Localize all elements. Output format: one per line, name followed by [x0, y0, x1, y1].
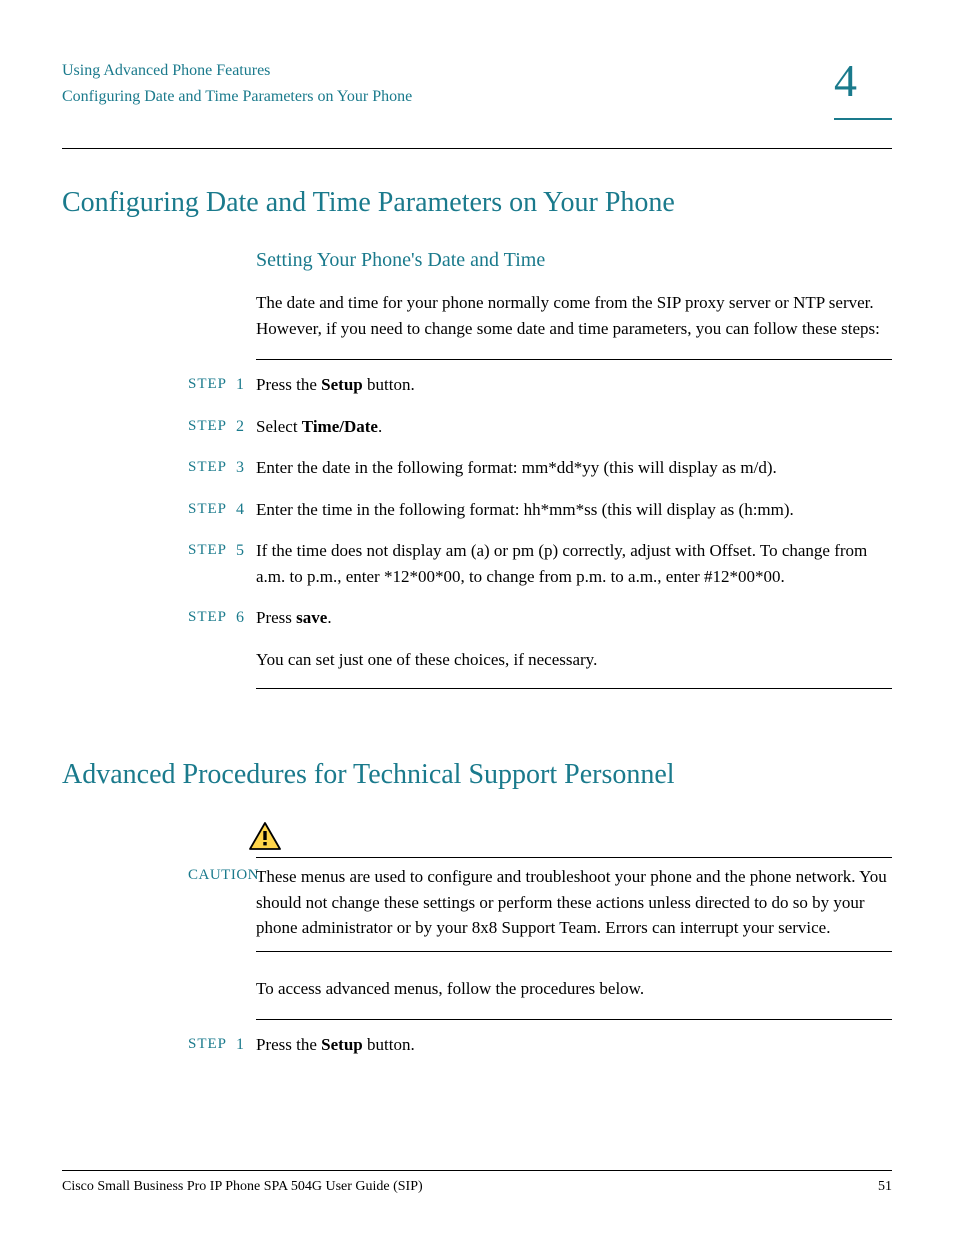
header-line-1: Using Advanced Phone Features — [62, 58, 412, 84]
caution-label: CAUTION — [188, 864, 256, 941]
caution-block: CAUTION These menus are used to configur… — [188, 821, 892, 952]
step-text: Press the Setup button. — [256, 1032, 892, 1058]
footer-page-number: 51 — [878, 1179, 892, 1195]
steps-top-rule-2 — [256, 1019, 892, 1020]
header-rule — [62, 148, 892, 149]
step-row: STEP2Select Time/Date. — [62, 414, 892, 440]
step-label: STEP — [188, 497, 236, 523]
caution-icon-row — [188, 821, 892, 851]
step-text: Select Time/Date. — [256, 414, 892, 440]
header-breadcrumb: Using Advanced Phone Features Configurin… — [62, 58, 412, 109]
section2-steps: STEP1Press the Setup button. — [62, 1032, 892, 1058]
step-number: 2 — [236, 414, 256, 440]
header-line-2: Configuring Date and Time Parameters on … — [62, 84, 412, 110]
section1-note-row: You can set just one of these choices, i… — [62, 647, 892, 673]
step-number: 6 — [236, 605, 256, 631]
chapter-rule — [834, 118, 892, 120]
subsection-title: Setting Your Phone's Date and Time — [256, 249, 892, 272]
step-label: STEP — [188, 414, 236, 440]
section-title-1: Configuring Date and Time Parameters on … — [62, 187, 892, 219]
step-row: STEP6Press save. — [62, 605, 892, 631]
page-header: Using Advanced Phone Features Configurin… — [62, 58, 892, 120]
section1-intro: The date and time for your phone normall… — [256, 290, 892, 341]
step-label: STEP — [188, 538, 236, 589]
step-row: STEP1Press the Setup button. — [62, 1032, 892, 1058]
section2-intro: To access advanced menus, follow the pro… — [256, 976, 892, 1002]
page-footer: Cisco Small Business Pro IP Phone SPA 50… — [62, 1170, 892, 1195]
section2-body: To access advanced menus, follow the pro… — [256, 976, 892, 1002]
step-text: Enter the date in the following format: … — [256, 455, 892, 481]
step-text: Press save. — [256, 605, 892, 631]
step-number: 1 — [236, 1032, 256, 1058]
step-number: 1 — [236, 372, 256, 398]
section-title-2: Advanced Procedures for Technical Suppor… — [62, 759, 892, 791]
caution-bottom-rule — [256, 951, 892, 952]
section1-body: Setting Your Phone's Date and Time The d… — [256, 249, 892, 341]
steps-bottom-rule-1 — [256, 688, 892, 689]
step-label: STEP — [188, 455, 236, 481]
step-label: STEP — [188, 372, 236, 398]
step-label: STEP — [188, 1032, 236, 1058]
caution-text: These menus are used to configure and tr… — [256, 864, 892, 941]
step-label: STEP — [188, 605, 236, 631]
step-row: STEP3Enter the date in the following for… — [62, 455, 892, 481]
footer-left: Cisco Small Business Pro IP Phone SPA 50… — [62, 1179, 423, 1195]
footer-row: Cisco Small Business Pro IP Phone SPA 50… — [62, 1179, 892, 1195]
section1-note: You can set just one of these choices, i… — [256, 647, 892, 673]
caution-top-rule — [256, 857, 892, 858]
steps-top-rule-1 — [256, 359, 892, 360]
step-text: If the time does not display am (a) or p… — [256, 538, 892, 589]
step-text: Enter the time in the following format: … — [256, 497, 892, 523]
footer-rule — [62, 1170, 892, 1171]
step-number: 3 — [236, 455, 256, 481]
step-number: 4 — [236, 497, 256, 523]
step-row: STEP1Press the Setup button. — [62, 372, 892, 398]
step-number: 5 — [236, 538, 256, 589]
section1-steps: STEP1Press the Setup button.STEP2Select … — [62, 372, 892, 631]
caution-row: CAUTION These menus are used to configur… — [188, 864, 892, 941]
chapter-number-block: 4 — [834, 58, 892, 120]
caution-icon — [248, 821, 282, 851]
document-page: Using Advanced Phone Features Configurin… — [0, 0, 954, 1235]
step-row: STEP4Enter the time in the following for… — [62, 497, 892, 523]
step-text: Press the Setup button. — [256, 372, 892, 398]
chapter-number: 4 — [834, 58, 892, 110]
step-row: STEP5If the time does not display am (a)… — [62, 538, 892, 589]
